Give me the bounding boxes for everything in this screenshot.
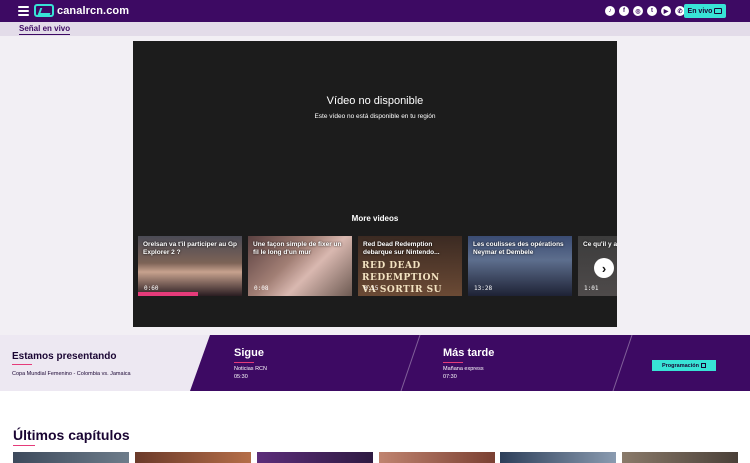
schedule-button[interactable]: Programación	[652, 360, 716, 371]
calendar-icon	[700, 363, 706, 368]
accent-underline	[234, 362, 254, 363]
video-card-title: Ce qu'il y a	[583, 241, 617, 248]
accent-underline	[13, 445, 35, 446]
episode-thumbnail[interactable]	[622, 452, 738, 463]
episode-thumbnail[interactable]	[500, 452, 616, 463]
episode-thumbnail[interactable]	[257, 452, 373, 463]
section-title: Últimos capítulos	[13, 427, 130, 443]
live-button[interactable]: En vivo	[684, 4, 726, 18]
next-label: Sigue	[234, 347, 264, 359]
latest-episodes-section: Últimos capítulos	[0, 391, 750, 463]
video-unavailable-title: Vídeo no disponible	[326, 95, 424, 107]
now-playing-panel	[0, 335, 210, 391]
video-card-duration: 1:01	[584, 285, 599, 292]
next-show: Noticias RCN	[234, 366, 268, 372]
accent-underline	[12, 364, 32, 365]
divider	[400, 335, 421, 391]
later-time: 07:30	[443, 374, 457, 380]
logo-text: canalrcn.com	[57, 4, 130, 17]
later-show: Mañana express	[443, 366, 484, 372]
episode-thumbnail[interactable]	[13, 452, 129, 463]
logo-icon	[34, 4, 54, 17]
more-videos-carousel: Orelsan va t'il participer au Gp Explore…	[138, 236, 617, 296]
facebook-icon[interactable]: f	[619, 6, 629, 16]
video-card-duration: 0:60	[144, 285, 159, 292]
video-card-duration: 13:28	[474, 285, 493, 292]
tiktok-icon[interactable]: ♪	[605, 6, 615, 16]
top-header: canalrcn.com ♪ f ◎ t ▶ ✆ En vivo	[0, 0, 750, 22]
divider	[612, 335, 633, 391]
video-card-title: Orelsan va t'il participer au Gp Explore…	[143, 241, 238, 256]
live-button-label: En vivo	[687, 7, 713, 15]
instagram-icon[interactable]: ◎	[633, 6, 643, 16]
video-card[interactable]: Orelsan va t'il participer au Gp Explore…	[138, 236, 242, 296]
video-card-title: Les coulisses des opérations Neymar et D…	[473, 241, 564, 256]
video-card-title: Une façon simple de fixer un fil le long…	[253, 241, 342, 256]
chevron-right-icon: ›	[601, 260, 607, 276]
carousel-next-button[interactable]: ›	[594, 258, 614, 278]
tv-icon	[714, 8, 723, 14]
menu-icon[interactable]	[18, 6, 29, 16]
more-videos-title: More videos	[351, 214, 399, 223]
accent-underline	[443, 362, 463, 363]
video-unavailable-message: Este vídeo no está disponible en tu regi…	[314, 113, 436, 120]
overlay-line: REDEMPTION	[362, 273, 440, 283]
thumbnail-banner	[138, 292, 198, 296]
video-card[interactable]: Red Dead Redemption debarque sur Nintend…	[358, 236, 462, 296]
schedule-button-label: Programación	[662, 362, 699, 369]
schedule-band: Estamos presentando Copa Mundial Femenin…	[0, 335, 750, 391]
video-player[interactable]: Vídeo no disponible Este vídeo no está d…	[133, 41, 617, 327]
video-card-duration: 0:08	[254, 285, 269, 292]
episode-thumbnail[interactable]	[135, 452, 251, 463]
video-card-title: Red Dead Redemption debarque sur Nintend…	[363, 241, 440, 256]
now-playing-show: Copa Mundial Femenino - Colombia vs. Jam…	[12, 371, 131, 377]
live-signal-link[interactable]: Señal en vivo	[19, 24, 71, 35]
site-logo[interactable]: canalrcn.com	[34, 4, 129, 17]
episode-thumbnail[interactable]	[379, 452, 495, 463]
next-time: 05:30	[234, 374, 248, 380]
sub-navigation: Señal en vivo	[0, 22, 750, 36]
youtube-icon[interactable]: ▶	[661, 6, 671, 16]
social-links: ♪ f ◎ t ▶ ✆	[605, 6, 685, 16]
video-card[interactable]: Une façon simple de fixer un fil le long…	[248, 236, 352, 296]
video-card-duration: 0:15	[364, 285, 379, 292]
now-playing-label: Estamos presentando	[12, 351, 117, 362]
twitter-icon[interactable]: t	[647, 6, 657, 16]
overlay-line: RED DEAD	[362, 261, 421, 271]
video-card[interactable]: Les coulisses des opérations Neymar et D…	[468, 236, 572, 296]
later-label: Más tarde	[443, 347, 495, 359]
